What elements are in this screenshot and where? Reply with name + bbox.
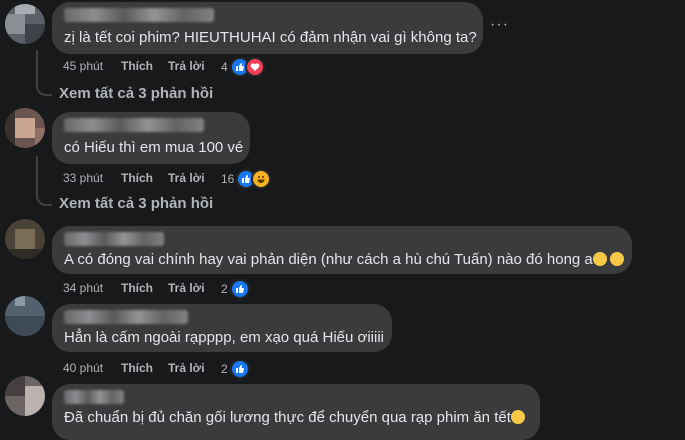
crying-face-icon [510,410,525,424]
reply-button[interactable]: Trả lời [168,59,205,73]
comment-timestamp[interactable]: 40 phút [63,361,121,375]
avatar[interactable] [5,108,45,148]
comment-actions: 33 phút Thích Trả lời [63,171,205,185]
reply-button[interactable]: Trả lời [168,171,205,185]
reaction-summary[interactable]: 4 [221,57,265,77]
reaction-summary[interactable]: 16 [221,169,272,189]
comment-actions: 34 phút Thích Trả lời [63,281,205,295]
comment-bubble: A có đóng vai chính hay vai phản diện (n… [52,226,632,274]
like-button[interactable]: Thích [121,281,168,295]
love-icon [244,57,265,77]
reaction-count: 16 [221,172,235,186]
avatar[interactable] [5,219,45,259]
confused-face-icon [592,252,607,266]
comment-text: Đã chuẩn bị đủ chăn gối lương thực để ch… [64,409,511,426]
comment-text: có Hiếu thì em mua 100 vé [64,139,244,156]
avatar[interactable] [5,376,45,416]
reply-button[interactable]: Trả lời [168,281,205,295]
comment-actions: 40 phút Thích Trả lời [63,361,205,375]
like-button[interactable]: Thích [121,171,168,185]
comment-timestamp[interactable]: 34 phút [63,281,121,295]
comment-bubble: zị là tết coi phim? HIEUTHUHAI có đảm nh… [52,2,483,54]
like-icon [229,279,250,299]
thread-connector [36,156,52,206]
avatar[interactable] [5,296,45,336]
like-button[interactable]: Thích [121,361,168,375]
comment-text: Hẳn là cấm ngoài rạpppp, em xạo quá Hiếu… [64,329,385,346]
more-options-button[interactable]: ··· [490,16,509,34]
comment-timestamp[interactable]: 45 phút [63,59,121,73]
comment-text-row: A có đóng vai chính hay vai phản diện (n… [64,250,624,269]
confused-face-icon [609,252,624,266]
reaction-summary[interactable]: 2 [221,279,250,299]
view-all-replies-link[interactable]: Xem tất cả 3 phản hồi [59,195,213,212]
comment-bubble: có Hiếu thì em mua 100 vé [52,112,250,164]
comment-actions: 45 phút Thích Trả lời [63,59,205,73]
like-icon [229,359,250,379]
reaction-count: 2 [221,282,228,296]
avatar[interactable] [5,4,45,44]
commenter-name-redacted[interactable] [64,8,214,22]
comment-text: zị là tết coi phim? HIEUTHUHAI có đảm nh… [64,29,477,46]
reaction-count: 4 [221,60,228,74]
comment-text-row: Đã chuẩn bị đủ chăn gối lương thực để ch… [64,408,528,427]
comment-timestamp[interactable]: 33 phút [63,171,121,185]
reply-button[interactable]: Trả lời [168,361,205,375]
view-all-replies-link[interactable]: Xem tất cả 3 phản hồi [59,85,213,102]
reaction-summary[interactable]: 2 [221,359,250,379]
commenter-name-redacted[interactable] [64,232,164,246]
haha-icon [251,169,272,189]
commenter-name-redacted[interactable] [64,310,188,324]
comment-bubble: Hẳn là cấm ngoài rạpppp, em xạo quá Hiếu… [52,304,392,352]
commenter-name-redacted[interactable] [64,118,204,132]
thread-connector [36,50,52,96]
comment-text: A có đóng vai chính hay vai phản diện (n… [64,251,593,268]
commenter-name-redacted[interactable] [64,390,124,404]
like-button[interactable]: Thích [121,59,168,73]
reaction-count: 2 [221,362,228,376]
